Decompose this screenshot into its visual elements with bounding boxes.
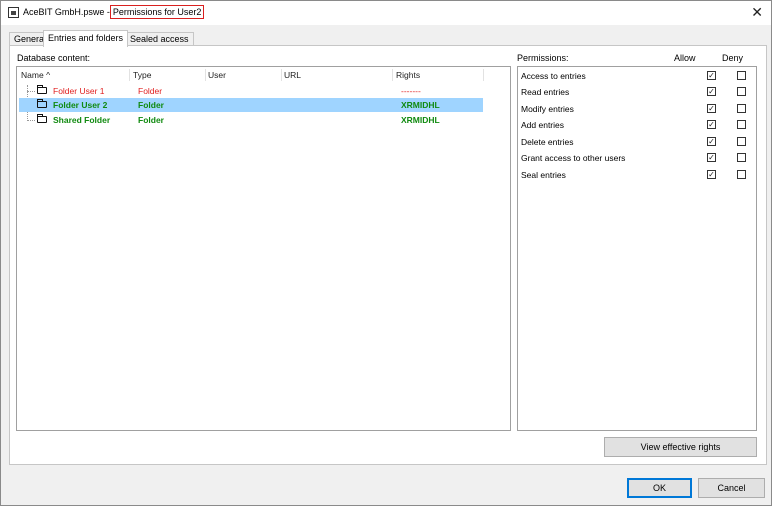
deny-access-to-entries-checkbox[interactable] [737,71,746,80]
deny-seal-entries-checkbox[interactable] [737,170,746,179]
title-highlight: Permissions for User2 [109,5,205,19]
close-icon[interactable]: ✕ [751,4,763,20]
permission-grant-access: Grant access to other users [521,153,626,163]
tab-sealed-access[interactable]: Sealed access [125,32,194,46]
deny-delete-entries-checkbox[interactable] [737,137,746,146]
ok-button[interactable]: OK [627,478,692,498]
allow-read-entries-checkbox[interactable]: ✓ [707,87,716,96]
deny-add-entries-checkbox[interactable] [737,120,746,129]
tab-entries-and-folders[interactable]: Entries and folders [43,30,129,47]
title-file-name: AceBIT GmbH.pswe [23,7,105,17]
column-header-user[interactable]: User [208,69,226,81]
table-row[interactable]: Folder User 1 Folder ------- [19,84,483,98]
row-type: Folder [138,86,163,96]
sort-ascending-icon: ^ [46,70,51,80]
row-type: Folder [138,115,164,125]
allow-add-entries-checkbox[interactable]: ✓ [707,120,716,129]
allow-column-header: Allow [674,53,696,63]
permissions-dialog: AceBIT GmbH.pswe - Permissions for User2 … [0,0,772,506]
deny-grant-access-checkbox[interactable] [737,153,746,162]
deny-read-entries-checkbox[interactable] [737,87,746,96]
permission-read-entries: Read entries [521,87,570,97]
title-bar: AceBIT GmbH.pswe - Permissions for User2 … [1,1,771,25]
row-rights: ------- [401,86,421,96]
cancel-button[interactable]: Cancel [698,478,765,498]
database-tree-list[interactable]: Name ^ Type User URL Rights Folder User … [16,66,511,431]
row-name: Folder User 2 [53,100,108,110]
permissions-label: Permissions: [517,53,569,63]
column-header-url[interactable]: URL [284,69,301,81]
row-type: Folder [138,100,164,110]
permission-add-entries: Add entries [521,120,564,130]
table-row[interactable]: Shared Folder Folder XRMIDHL [19,113,483,127]
allow-seal-entries-checkbox[interactable]: ✓ [707,170,716,179]
row-rights: XRMIDHL [401,115,440,125]
allow-access-to-entries-checkbox[interactable]: ✓ [707,71,716,80]
allow-delete-entries-checkbox[interactable]: ✓ [707,137,716,146]
view-effective-rights-button[interactable]: View effective rights [604,437,757,457]
permission-modify-entries: Modify entries [521,104,574,114]
column-name-label: Name [21,70,44,80]
window-title: AceBIT GmbH.pswe - Permissions for User2 [23,5,205,19]
column-header-type[interactable]: Type [133,69,151,81]
database-content-label: Database content: [17,53,91,63]
folder-icon [37,114,47,123]
folder-icon [37,99,47,108]
deny-modify-entries-checkbox[interactable] [737,104,746,113]
folder-icon [37,85,47,94]
allow-modify-entries-checkbox[interactable]: ✓ [707,104,716,113]
column-header-name[interactable]: Name ^ [21,69,50,81]
app-icon [8,7,19,18]
table-row[interactable]: Folder User 2 Folder XRMIDHL [19,98,483,112]
permission-access-to-entries: Access to entries [521,71,586,81]
permission-delete-entries: Delete entries [521,137,574,147]
deny-column-header: Deny [722,53,744,63]
permission-seal-entries: Seal entries [521,170,566,180]
row-rights: XRMIDHL [401,100,440,110]
row-name: Shared Folder [53,115,111,125]
allow-grant-access-checkbox[interactable]: ✓ [707,153,716,162]
column-header-rights[interactable]: Rights [396,69,420,81]
row-name: Folder User 1 [53,86,105,96]
